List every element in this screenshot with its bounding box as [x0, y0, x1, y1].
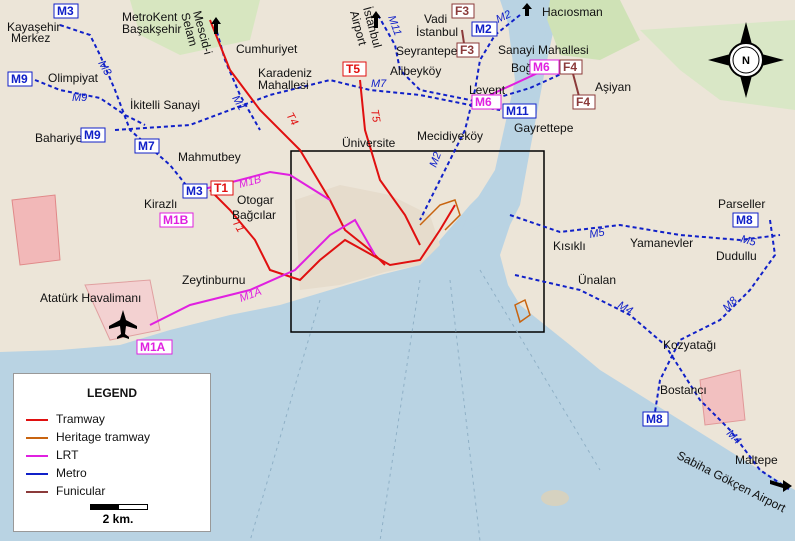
- box-f3-top: F3: [451, 3, 475, 19]
- box-m9-left: M9: [7, 71, 33, 87]
- svg-text:M1B: M1B: [163, 213, 189, 227]
- legend-swatch: [26, 473, 48, 475]
- legend-title: LEGEND: [86, 386, 137, 400]
- compass-north-label: N: [742, 55, 750, 67]
- place-seyrantepe: Seyrantepe: [396, 44, 458, 58]
- scale-bar: 2 km.: [78, 504, 158, 526]
- svg-text:M7: M7: [138, 139, 155, 153]
- place-haciosman: Hacıosman: [542, 5, 603, 19]
- label-m7: M7: [371, 78, 387, 90]
- legend-swatch: [26, 455, 48, 457]
- box-f3-mid: F3: [456, 42, 480, 58]
- svg-text:M1A: M1A: [140, 340, 166, 354]
- place-alibeykoy: Alibeyköy: [390, 64, 441, 78]
- restricted-area-east: [699, 369, 746, 426]
- place-kisikli: Kısıklı: [553, 239, 586, 253]
- box-f4-top: F4: [559, 59, 583, 75]
- place-zeytinburnu: Zeytinburnu: [182, 273, 245, 287]
- place-universite: Üniversite: [342, 136, 396, 150]
- svg-text:M6: M6: [533, 60, 550, 74]
- svg-text:T5: T5: [346, 62, 360, 76]
- box-m2-top: M2: [471, 21, 498, 37]
- legend-label: Metro: [56, 466, 87, 480]
- box-t1: T1: [210, 180, 234, 196]
- legend-label: Heritage tramway: [56, 430, 151, 444]
- place-basaksehir: Başakşehir: [122, 22, 181, 36]
- label-m9: M9: [72, 92, 87, 104]
- box-m1b: M1B: [159, 212, 194, 228]
- place-maltepe: Maltepe: [735, 453, 778, 467]
- box-m8-right: M8: [732, 212, 759, 228]
- svg-text:F3: F3: [460, 43, 474, 57]
- svg-text:M8: M8: [736, 213, 753, 227]
- island: [541, 490, 569, 506]
- map-legend: LEGEND Tramway Heritage tramway LRT Metr…: [13, 373, 211, 532]
- place-ikitelli: İkitelli Sanayi: [130, 98, 200, 112]
- svg-text:M8: M8: [646, 412, 663, 426]
- svg-text:F3: F3: [455, 4, 469, 18]
- place-vadi-istanbul: İstanbul: [416, 25, 458, 39]
- place-parseller: Parseller: [718, 197, 765, 211]
- place-mahallesi: Mahallesi: [258, 78, 309, 92]
- svg-text:M3: M3: [186, 184, 203, 198]
- scale-label: 2 km.: [102, 512, 134, 526]
- scale-bar-graphic: [90, 504, 148, 510]
- svg-text:F4: F4: [576, 95, 590, 109]
- place-olimpiyat: Olimpiyat: [48, 71, 99, 85]
- place-bostanci: Bostancı: [660, 383, 707, 397]
- place-asiyan: Aşiyan: [595, 80, 631, 94]
- place-merkez: Merkez: [11, 31, 50, 45]
- box-m6-right: M6: [529, 59, 560, 75]
- place-dudullu: Dudullu: [716, 249, 757, 263]
- place-unalan: Ünalan: [578, 273, 616, 287]
- place-kirazli: Kirazlı: [144, 197, 177, 211]
- svg-text:M2: M2: [475, 22, 492, 36]
- svg-text:T1: T1: [214, 181, 228, 195]
- svg-text:M6: M6: [475, 95, 492, 109]
- place-bahariye: Bahariye: [35, 131, 83, 145]
- svg-text:F4: F4: [563, 60, 577, 74]
- svg-text:M11: M11: [506, 104, 529, 118]
- place-kozyatagi: Kozyatağı: [663, 338, 716, 352]
- legend-swatch: [26, 437, 48, 439]
- box-m9-mid: M9: [80, 127, 106, 143]
- box-m3-mid: M3: [182, 183, 208, 199]
- place-mahmutbey: Mahmutbey: [178, 150, 241, 164]
- place-cumhuriyet: Cumhuriyet: [236, 42, 298, 56]
- legend-swatch: [26, 491, 48, 493]
- legend-swatch: [26, 419, 48, 421]
- legend-label: Tramway: [56, 412, 105, 426]
- svg-text:M3: M3: [57, 4, 74, 18]
- place-sanayi: Sanayi Mahallesi: [498, 43, 589, 57]
- place-ataturk: Atatürk Havalimanı: [40, 291, 141, 305]
- box-m7-left: M7: [134, 138, 160, 154]
- place-mecidiyekoy: Mecidiyeköy: [417, 129, 483, 143]
- box-f4-low: F4: [572, 94, 596, 110]
- legend-label: LRT: [56, 448, 79, 462]
- box-m6-mid: M6: [471, 94, 502, 110]
- svg-text:M9: M9: [84, 128, 101, 142]
- box-m3-top: M3: [53, 3, 79, 19]
- place-gayrettepe: Gayrettepe: [514, 121, 574, 135]
- place-otogar: Otogar: [237, 193, 274, 207]
- box-m8-low: M8: [642, 411, 669, 427]
- box-m1a: M1A: [136, 339, 173, 355]
- restricted-area: [11, 194, 61, 266]
- place-yamanevler: Yamanevler: [630, 236, 693, 250]
- box-t5: T5: [342, 61, 367, 77]
- place-vadi: Vadi: [424, 12, 447, 26]
- legend-label: Funicular: [56, 484, 106, 498]
- svg-text:M9: M9: [11, 72, 28, 86]
- box-m11: M11: [502, 103, 537, 119]
